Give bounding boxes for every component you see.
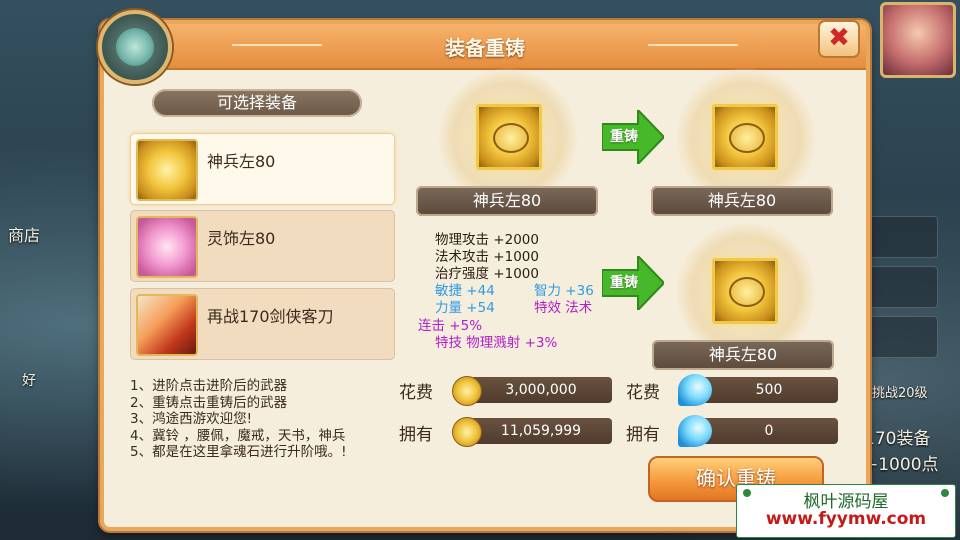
soul-owned-label: 拥有 bbox=[626, 425, 660, 445]
gold-owned-value: 11,059,999 bbox=[470, 418, 612, 444]
side-button-1[interactable] bbox=[866, 216, 938, 258]
result-item-slot-1[interactable] bbox=[712, 104, 778, 170]
arrow-label: 重铸 bbox=[610, 129, 638, 145]
source-item-name: 神兵左80 bbox=[416, 186, 598, 216]
list-item-label: 灵饰左80 bbox=[207, 229, 276, 248]
side-button-3[interactable] bbox=[866, 316, 938, 358]
gold-token-icon bbox=[136, 139, 198, 201]
equipment-list-header: 可选择装备 bbox=[152, 89, 362, 117]
shop-label[interactable]: 商店 bbox=[8, 222, 40, 246]
character-portrait[interactable] bbox=[880, 2, 956, 78]
source-item-slot[interactable] bbox=[476, 104, 542, 170]
gold-cost-label: 花费 bbox=[399, 383, 433, 403]
list-item-sword[interactable]: 再战170剑侠客刀 bbox=[130, 288, 395, 360]
reforge-arrow-2[interactable]: 重铸 bbox=[601, 253, 666, 313]
background-text-1000: +1000点 bbox=[864, 455, 939, 475]
background-text: 好 bbox=[22, 373, 36, 389]
stat-strength: 力量 +54 bbox=[435, 300, 495, 316]
result-item-name-2: 神兵左80 bbox=[652, 340, 834, 370]
list-item-label: 再战170剑侠客刀 bbox=[207, 307, 334, 326]
side-button-2[interactable] bbox=[866, 266, 938, 308]
list-item-shenbing[interactable]: 神兵左80 bbox=[130, 133, 395, 205]
instruction-line: 4、冀铃 ，腰佩，魔戒，天书，神兵 bbox=[130, 427, 346, 444]
gold-cost-value: 3,000,000 bbox=[470, 377, 612, 403]
gold-coin-icon bbox=[452, 376, 482, 406]
close-button[interactable]: ✖ bbox=[818, 20, 860, 58]
gold-owned-label: 拥有 bbox=[399, 425, 433, 445]
instruction-line: 5、都是在这里拿魂石进行升阶哦。! bbox=[130, 444, 347, 461]
arrow-label: 重铸 bbox=[610, 275, 638, 291]
result-item-slot-2[interactable] bbox=[712, 258, 778, 324]
instruction-line: 3、鸿途西游欢迎您! bbox=[130, 411, 253, 428]
soul-stone-icon bbox=[678, 374, 712, 406]
stat-skill: 特技 物理溅射 +3% bbox=[435, 335, 558, 351]
gold-token-icon bbox=[729, 123, 765, 153]
instruction-line: 1、进阶点击进阶后的武器 bbox=[130, 378, 288, 394]
watermark-url: www.fyymw.com bbox=[765, 509, 927, 529]
title-bar: 装备重铸 bbox=[104, 24, 866, 70]
gold-coin-icon bbox=[452, 417, 482, 447]
soul-stone-icon bbox=[678, 415, 712, 447]
instruction-line: 2、重铸点击重铸后的武器 bbox=[130, 394, 288, 411]
dragon-emblem-icon bbox=[98, 10, 172, 84]
flame-sword-icon bbox=[136, 294, 198, 356]
soul-cost-label: 花费 bbox=[626, 383, 660, 403]
background-text-170: 170装备 bbox=[864, 429, 931, 449]
list-item-label: 神兵左80 bbox=[207, 152, 276, 171]
pink-ornament-icon bbox=[136, 216, 198, 278]
x-close-icon: ✖ bbox=[828, 23, 850, 53]
soul-cost-value: 500 bbox=[700, 377, 838, 403]
reforge-arrow-1[interactable]: 重铸 bbox=[601, 107, 666, 167]
panel-title: 装备重铸 bbox=[445, 36, 525, 60]
watermark: 枫叶源码屋 www.fyymw.com bbox=[736, 484, 956, 538]
title-decoration-right bbox=[648, 44, 738, 46]
soul-owned-value: 0 bbox=[700, 418, 838, 444]
gold-token-icon bbox=[729, 277, 765, 307]
gold-token-icon bbox=[493, 123, 529, 153]
background-text-challenge: 挑战20级 bbox=[872, 386, 928, 401]
result-item-name-1: 神兵左80 bbox=[651, 186, 833, 216]
instructions: 1、进阶点击进阶后的武器 2、重铸点击重铸后的武器 3、鸿途西游欢迎您! 4、冀… bbox=[130, 378, 347, 461]
stat-special-effect: 特效 法术 bbox=[534, 300, 593, 316]
list-item-lingshi[interactable]: 灵饰左80 bbox=[130, 210, 395, 282]
